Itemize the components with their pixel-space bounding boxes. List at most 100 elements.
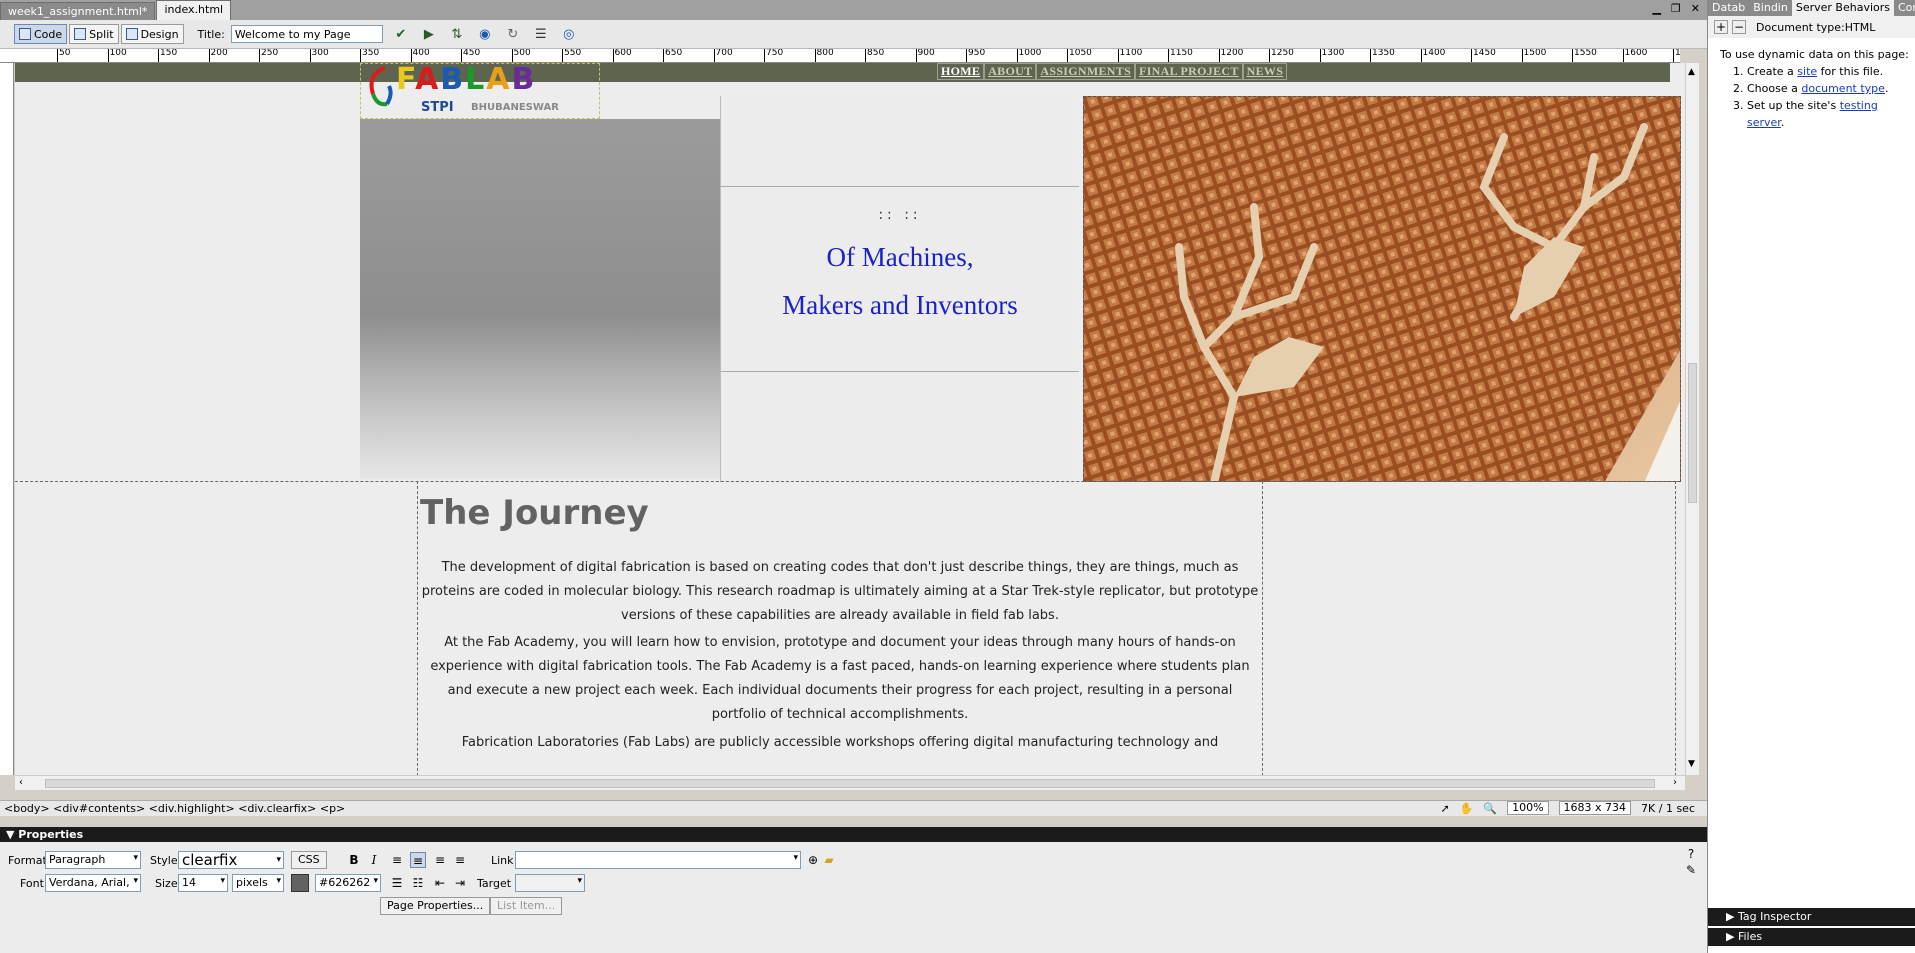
- style-select[interactable]: clearfix: [178, 851, 284, 869]
- ruler-tick: 1050: [1067, 49, 1092, 62]
- dreamweaver-window: week1_assignment.html* index.html ▁ ❐ ✕ …: [0, 0, 1915, 953]
- nav-assignments[interactable]: ASSIGNMENTS: [1036, 63, 1136, 80]
- properties-panel-header[interactable]: ▼ Properties: [0, 827, 1707, 842]
- window-size-select[interactable]: 1683 x 734: [1558, 801, 1632, 815]
- tab-index[interactable]: index.html: [156, 0, 232, 20]
- visual-aids-icon[interactable]: ◎: [559, 25, 579, 43]
- engraved-wood-photo: [1084, 97, 1680, 481]
- zoom-select[interactable]: 100%: [1507, 801, 1549, 815]
- zoom-tool-icon[interactable]: 🔍: [1483, 802, 1497, 815]
- browse-folder-icon[interactable]: ▰: [821, 852, 837, 868]
- add-behavior-icon[interactable]: +: [1714, 20, 1728, 34]
- tab-week1-assignment[interactable]: week1_assignment.html*: [0, 2, 156, 20]
- ruler-tick: 1400: [1420, 49, 1445, 62]
- size-select[interactable]: 14: [178, 874, 228, 892]
- tab-databases[interactable]: Datab: [1708, 0, 1749, 16]
- italic-icon[interactable]: I: [366, 852, 382, 868]
- ruler-tick: 1450: [1471, 49, 1496, 62]
- list-item-button[interactable]: List Item...: [490, 897, 563, 915]
- site-logo[interactable]: FABLAB STPI BHUBANESWAR: [360, 63, 600, 119]
- nav-about[interactable]: ABOUT: [984, 63, 1037, 80]
- scroll-right-icon[interactable]: ›: [1673, 777, 1677, 788]
- design-view-button[interactable]: Design: [120, 24, 184, 44]
- horizontal-scroll-thumb[interactable]: [45, 779, 1655, 788]
- align-left-icon[interactable]: ≡: [389, 852, 405, 868]
- format-label: Format: [8, 854, 47, 867]
- text-color-swatch[interactable]: [291, 874, 309, 892]
- paragraph-3[interactable]: Fabrication Laboratories (Fab Labs) are …: [420, 731, 1260, 755]
- color-input[interactable]: #626262: [315, 874, 381, 892]
- panel-toolbar: + − Document type:HTML: [1708, 16, 1915, 38]
- target-select[interactable]: [515, 874, 585, 892]
- live-view-icon[interactable]: ▶: [419, 25, 439, 43]
- scroll-left-icon[interactable]: ‹: [19, 777, 23, 788]
- title-input[interactable]: [230, 25, 383, 43]
- paragraph-1[interactable]: The development of digital fabrication i…: [420, 556, 1260, 628]
- tag-selector[interactable]: <body> <div#contents> <div.highlight> <d…: [4, 802, 345, 815]
- quick-tag-editor-icon[interactable]: ✎: [1683, 862, 1699, 878]
- document-toolbar: Code Split Design Title: ✔ ▶ ⇅ ◉ ↻ ☰ ◎: [0, 20, 1707, 49]
- files-panel-header[interactable]: ▶ Files: [1708, 928, 1915, 946]
- tab-server-behaviors[interactable]: Server Behaviors: [1791, 0, 1894, 16]
- tab-bindings[interactable]: Bindin: [1749, 0, 1792, 16]
- align-center-icon[interactable]: ≡: [410, 852, 426, 868]
- minimize-icon[interactable]: ▁: [1652, 2, 1660, 15]
- file-management-icon[interactable]: ⇅: [447, 25, 467, 43]
- refresh-icon[interactable]: ↻: [503, 25, 523, 43]
- section-heading[interactable]: The Journey: [420, 493, 649, 533]
- tagline-dots: :: ::: [878, 207, 922, 223]
- scroll-down-icon[interactable]: ▼: [1688, 759, 1695, 769]
- select-tool-icon[interactable]: ➚: [1440, 802, 1449, 815]
- font-select[interactable]: Verdana, Arial,: [45, 874, 141, 892]
- ruler-tick: 1550: [1572, 49, 1597, 62]
- nav-news[interactable]: NEWS: [1242, 63, 1288, 80]
- tab-components[interactable]: Compo: [1894, 0, 1915, 16]
- remove-behavior-icon[interactable]: −: [1732, 20, 1746, 34]
- document-type-link[interactable]: document type: [1801, 82, 1885, 95]
- ruler-tick: 1350: [1370, 49, 1395, 62]
- link-input[interactable]: [515, 851, 801, 869]
- unit-select[interactable]: pixels: [232, 874, 284, 892]
- css-button[interactable]: CSS: [291, 851, 327, 869]
- horizontal-ruler: 50 100 150 200 250 300 350 400 450 500 550 600 650 70…: [0, 49, 1680, 63]
- horizontal-scrollbar[interactable]: ‹ ›: [15, 775, 1685, 790]
- nav-final-project[interactable]: FINAL PROJECT: [1135, 63, 1243, 80]
- close-icon[interactable]: ✕: [1691, 2, 1700, 15]
- view-options-icon[interactable]: ☰: [531, 25, 551, 43]
- split-view-button[interactable]: Split: [69, 24, 119, 44]
- check-compat-icon[interactable]: ✔: [391, 25, 411, 43]
- files-label: Files: [1737, 930, 1763, 943]
- preview-browser-icon[interactable]: ◉: [475, 25, 495, 43]
- site-link[interactable]: site: [1797, 65, 1817, 78]
- help-step-2: Choose a document type.: [1747, 80, 1910, 97]
- tagline-line2: Makers and Inventors: [782, 290, 1018, 320]
- ruler-tick: 1150: [1168, 49, 1193, 62]
- code-view-button[interactable]: Code: [14, 24, 68, 44]
- ruler-tick: 150: [158, 49, 177, 62]
- unordered-list-icon[interactable]: ☰: [389, 875, 405, 891]
- hand-tool-icon[interactable]: ✋: [1460, 802, 1474, 815]
- vertical-scrollbar[interactable]: ▲ ▼: [1685, 63, 1699, 775]
- properties-title: Properties: [18, 828, 84, 841]
- point-to-file-icon[interactable]: ⊕: [805, 852, 821, 868]
- align-right-icon[interactable]: ≡: [432, 852, 448, 868]
- bold-icon[interactable]: B: [346, 852, 362, 868]
- status-tools: ➚ ✋ 🔍 100% 1683 x 734 7K / 1 sec: [1440, 801, 1695, 815]
- help-icon[interactable]: ?: [1683, 846, 1699, 862]
- nav-home[interactable]: HOME: [937, 63, 985, 80]
- hero-image[interactable]: [1083, 96, 1681, 482]
- restore-icon[interactable]: ❐: [1671, 2, 1681, 15]
- outdent-icon[interactable]: ⇤: [432, 875, 448, 891]
- format-select[interactable]: Paragraph: [45, 851, 141, 869]
- page-properties-button[interactable]: Page Properties...: [380, 897, 491, 915]
- paragraph-2[interactable]: At the Fab Academy, you will learn how t…: [420, 631, 1260, 727]
- tag-inspector-header[interactable]: ▶ Tag Inspector: [1708, 908, 1915, 926]
- logo-location: BHUBANESWAR: [471, 102, 559, 113]
- vertical-scroll-thumb[interactable]: [1688, 363, 1697, 503]
- design-canvas[interactable]: FABLAB STPI BHUBANESWAR HOME ABOUT ASSIG…: [15, 63, 1685, 775]
- scroll-up-icon[interactable]: ▲: [1688, 67, 1695, 77]
- justify-icon[interactable]: ≡: [452, 852, 468, 868]
- indent-icon[interactable]: ⇥: [452, 875, 468, 891]
- ordered-list-icon[interactable]: ☷: [410, 875, 426, 891]
- ruler-tick: 100: [107, 49, 127, 62]
